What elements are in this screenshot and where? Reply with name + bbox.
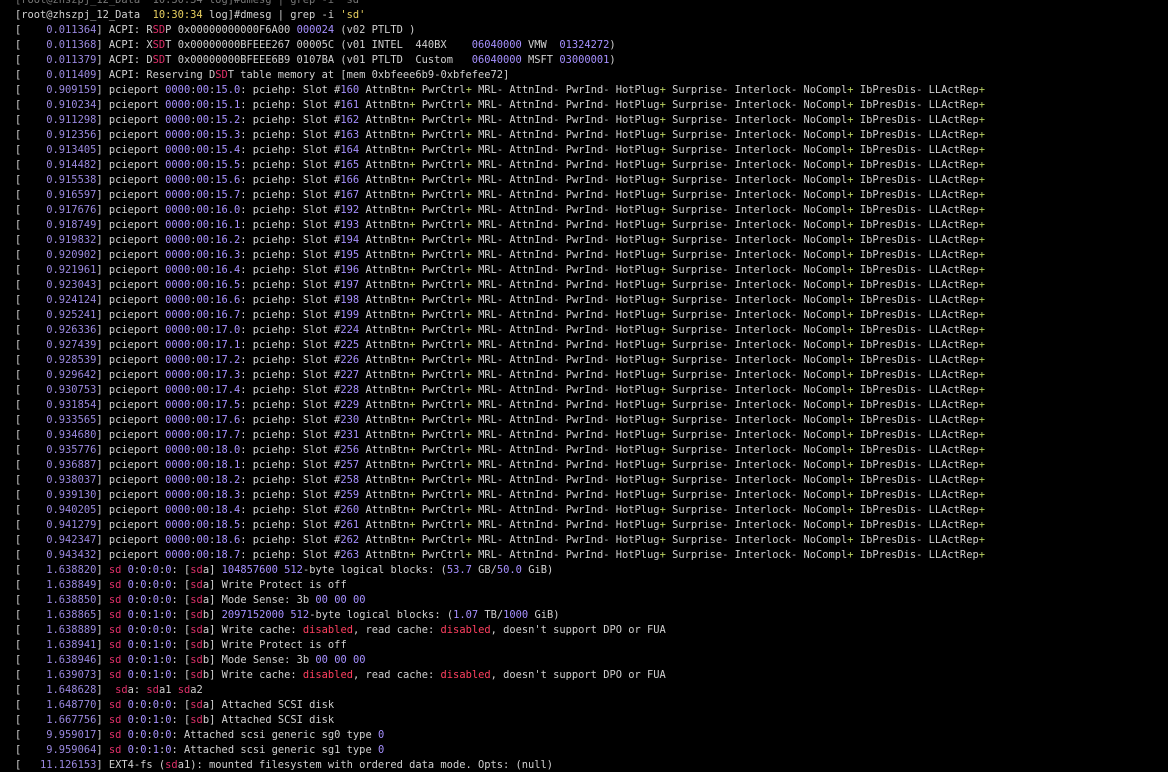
log-line: [ 1.648628] sda: sda1 sda2 — [15, 684, 203, 696]
log-line: [ 0.923043] pcieport 0000:00:16.5: pcieh… — [15, 279, 985, 291]
prompt-dir: log]# — [208, 9, 241, 21]
log-line: [ 0.938037] pcieport 0000:00:18.2: pcieh… — [15, 474, 985, 486]
terminal-output: [ 0.011364] ACPI: RSDP 0x00000000000F6A0… — [0, 23, 1168, 772]
log-line: [ 11.126153] EXT4-fs (sda1): mounted fil… — [15, 759, 554, 771]
log-line: [ 1.638820] sd 0:0:0:0: [sda] 104857600 … — [15, 564, 554, 576]
log-line: [ 0.912356] pcieport 0000:00:15.3: pcieh… — [15, 129, 985, 141]
prompt-line: [root@zhszpj_12_Data 10:30:34 log]#dmesg… — [0, 8, 1168, 23]
log-line: [ 0.011379] ACPI: DSDT 0x00000000BFEEE6B… — [15, 54, 616, 66]
log-line: [ 0.933565] pcieport 0000:00:17.6: pcieh… — [15, 414, 985, 426]
log-line: [ 0.911298] pcieport 0000:00:15.2: pcieh… — [15, 114, 985, 126]
log-line: [ 9.959017] sd 0:0:0:0: Attached scsi ge… — [15, 729, 385, 741]
log-line: [ 0.915538] pcieport 0000:00:15.6: pcieh… — [15, 174, 985, 186]
log-line: [ 0.924124] pcieport 0000:00:16.6: pcieh… — [15, 294, 985, 306]
log-line: [ 1.638941] sd 0:0:1:0: [sdb] Write Prot… — [15, 639, 347, 651]
log-line: [ 0.011364] ACPI: RSDP 0x00000000000F6A0… — [15, 24, 416, 36]
log-line: [ 0.934680] pcieport 0000:00:17.7: pcieh… — [15, 429, 985, 441]
log-line: [ 0.921961] pcieport 0000:00:16.4: pcieh… — [15, 264, 985, 276]
log-line: [ 0.920902] pcieport 0000:00:16.3: pcieh… — [15, 249, 985, 261]
log-line: [ 0.935776] pcieport 0000:00:18.0: pcieh… — [15, 444, 985, 456]
log-line: [ 0.910234] pcieport 0000:00:15.1: pcieh… — [15, 99, 985, 111]
log-line: [ 9.959064] sd 0:0:1:0: Attached scsi ge… — [15, 744, 385, 756]
log-line: [ 0.942347] pcieport 0000:00:18.6: pcieh… — [15, 534, 985, 546]
log-line: [ 1.638865] sd 0:0:1:0: [sdb] 2097152000… — [15, 609, 560, 621]
log-line: [ 1.638946] sd 0:0:1:0: [sdb] Mode Sense… — [15, 654, 366, 666]
prompt-user-host: [root@zhszpj_12_Data — [15, 9, 141, 21]
log-line: [ 0.914482] pcieport 0000:00:15.5: pcieh… — [15, 159, 985, 171]
log-line: [ 0.928539] pcieport 0000:00:17.2: pcieh… — [15, 354, 985, 366]
log-line: [ 0.926336] pcieport 0000:00:17.0: pcieh… — [15, 324, 985, 336]
log-line: [ 1.667756] sd 0:0:1:0: [sdb] Attached S… — [15, 714, 335, 726]
log-line: [ 0.011409] ACPI: Reserving DSDT table m… — [15, 69, 510, 81]
log-line: [ 0.939130] pcieport 0000:00:18.3: pcieh… — [15, 489, 985, 501]
log-line: [ 0.913405] pcieport 0000:00:15.4: pcieh… — [15, 144, 985, 156]
log-line: [ 0.916597] pcieport 0000:00:15.7: pcieh… — [15, 189, 985, 201]
log-line: [ 1.638849] sd 0:0:0:0: [sda] Write Prot… — [15, 579, 347, 591]
log-line: [ 0.929642] pcieport 0000:00:17.3: pcieh… — [15, 369, 985, 381]
log-line: [ 1.648770] sd 0:0:0:0: [sda] Attached S… — [15, 699, 335, 711]
log-line: [ 0.930753] pcieport 0000:00:17.4: pcieh… — [15, 384, 985, 396]
log-line: [ 1.638889] sd 0:0:0:0: [sda] Write cach… — [15, 624, 666, 636]
log-line: [ 0.011368] ACPI: XSDT 0x00000000BFEEE26… — [15, 39, 616, 51]
log-line: [ 1.639073] sd 0:0:1:0: [sdb] Write cach… — [15, 669, 666, 681]
log-line: [ 0.936887] pcieport 0000:00:18.1: pcieh… — [15, 459, 985, 471]
log-line: [ 1.638850] sd 0:0:0:0: [sda] Mode Sense… — [15, 594, 366, 606]
prompt-time: 10:30:34 — [152, 9, 203, 21]
log-line: [ 0.918749] pcieport 0000:00:16.1: pcieh… — [15, 219, 985, 231]
terminal-window[interactable]: [root@zhszpj_12_Data 10:30:34 log]#dmesg… — [0, 0, 1168, 772]
log-line: [ 0.941279] pcieport 0000:00:18.5: pcieh… — [15, 519, 985, 531]
log-line: [ 0.909159] pcieport 0000:00:15.0: pcieh… — [15, 84, 985, 96]
scrolled-prompt-line: [root@zhszpj_12_Data 10:30:34 log]#dmesg… — [15, 0, 366, 6]
log-line: [ 0.943432] pcieport 0000:00:18.7: pcieh… — [15, 549, 985, 561]
log-line: [ 0.917676] pcieport 0000:00:16.0: pcieh… — [15, 204, 985, 216]
prompt-command: dmesg | grep -i 'sd' — [240, 9, 366, 21]
log-line: [ 0.931854] pcieport 0000:00:17.5: pcieh… — [15, 399, 985, 411]
log-line: [ 0.919832] pcieport 0000:00:16.2: pcieh… — [15, 234, 985, 246]
log-line: [ 0.940205] pcieport 0000:00:18.4: pcieh… — [15, 504, 985, 516]
log-line: [ 0.927439] pcieport 0000:00:17.1: pcieh… — [15, 339, 985, 351]
log-line: [ 0.925241] pcieport 0000:00:16.7: pcieh… — [15, 309, 985, 321]
